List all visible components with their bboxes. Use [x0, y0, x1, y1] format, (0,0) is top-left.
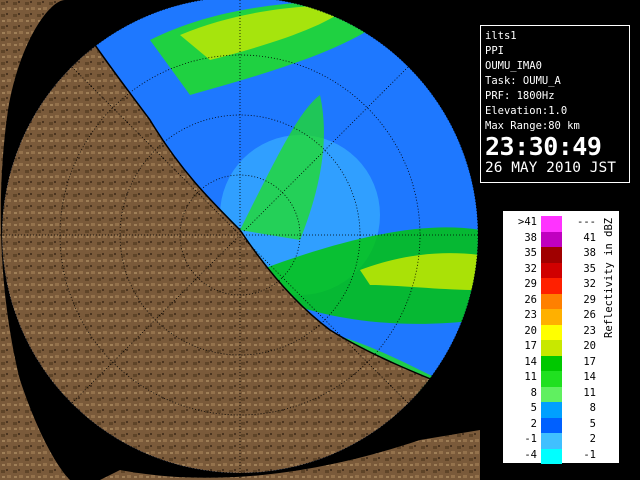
legend-lower-bound: 23: [524, 309, 537, 321]
legend-upper-bound: 8: [589, 402, 596, 414]
legend-upper-bound: 5: [589, 417, 596, 430]
legend-row: >41 ---: [509, 216, 601, 232]
legend-upper-bound: 29: [583, 293, 596, 306]
scan-mode: PPI: [485, 45, 504, 57]
reflectivity-legend: >41 --- 38 41 35 38 32 35 29 32 26 29 23 26 20 23 17 20 14…: [502, 210, 620, 464]
legend-lower-bound: >41: [518, 216, 537, 228]
legend-lower-bound: 11: [524, 371, 537, 383]
legend-color-swatch: [541, 324, 562, 340]
legend-lower-bound: 35: [524, 247, 537, 259]
scan-time: 23:30:49: [485, 132, 602, 161]
legend-upper-bound: 26: [583, 309, 596, 321]
legend-color-swatch: [541, 309, 562, 325]
legend-color-swatch: [541, 262, 562, 278]
legend-lower-bound: 5: [530, 402, 537, 414]
legend-lower-bound: 2: [530, 417, 537, 430]
task-name: Task: OUMU_A: [485, 75, 561, 87]
legend-color-swatch: [541, 247, 562, 263]
legend-color-swatch: [541, 371, 562, 387]
legend-row: -1 2: [509, 433, 601, 449]
legend-row: 32 35: [509, 262, 601, 278]
legend-upper-bound: 41: [583, 231, 596, 244]
legend-row: 29 32: [509, 278, 601, 294]
legend-lower-bound: 14: [524, 355, 537, 368]
legend-color-swatch: [541, 355, 562, 371]
legend-upper-bound: 38: [583, 247, 596, 259]
scan-date: 26 MAY 2010 JST: [485, 160, 616, 176]
legend-row: 38 41: [509, 231, 601, 247]
legend-lower-bound: 29: [524, 278, 537, 290]
legend-lower-bound: -1: [524, 433, 537, 445]
legend-row: -4 -1: [509, 448, 601, 464]
legend-upper-bound: 35: [583, 262, 596, 275]
legend-upper-bound: 20: [583, 340, 596, 352]
legend-upper-bound: -1: [583, 448, 596, 461]
legend-row: 17 20: [509, 340, 601, 356]
legend-row: 14 17: [509, 355, 601, 371]
legend-row: 11 14: [509, 371, 601, 387]
legend-upper-bound: 17: [583, 355, 596, 368]
legend-row: 26 29: [509, 293, 601, 309]
legend-lower-bound: 8: [530, 386, 537, 399]
legend-upper-bound: 11: [583, 386, 596, 399]
legend-color-swatch: [541, 448, 562, 464]
site-name: ilts1: [485, 30, 517, 42]
legend-upper-bound: 2: [589, 433, 596, 445]
legend-color-swatch: [541, 216, 562, 232]
legend-row: 20 23: [509, 324, 601, 340]
product-name: OUMU_IMA0: [485, 60, 542, 72]
legend-color-swatch: [541, 231, 562, 247]
legend-color-swatch: [541, 293, 562, 309]
legend-lower-bound: 38: [524, 231, 537, 244]
legend-color-swatch: [541, 386, 562, 402]
legend-color-swatch: [541, 402, 562, 418]
legend-row: 25: [509, 417, 601, 433]
legend-upper-bound: 23: [583, 324, 596, 337]
legend-color-swatch: [541, 340, 562, 356]
legend-lower-bound: 32: [524, 262, 537, 275]
legend-upper-bound: ---: [577, 216, 596, 228]
legend-row: 23 26: [509, 309, 601, 325]
legend-row: 58: [509, 402, 601, 418]
elevation-value: Elevation:1.0: [485, 105, 568, 117]
legend-color-swatch: [541, 417, 562, 433]
legend-upper-bound: 14: [583, 371, 596, 383]
legend-row: 35 38: [509, 247, 601, 263]
legend-row: 8 11: [509, 386, 601, 402]
prf-value: PRF: 1800Hz: [485, 90, 555, 102]
legend-label: Reflectivity in dBZ: [603, 217, 615, 338]
legend-color-swatch: [541, 278, 562, 294]
legend-rows: >41 --- 38 41 35 38 32 35 29 32 26 29 23 26 20 23 17 20 14…: [509, 216, 601, 464]
info-panel: ilts1 PPI OUMU_IMA0 Task: OUMU_A PRF: 18…: [480, 25, 630, 183]
legend-lower-bound: 20: [524, 324, 537, 337]
legend-upper-bound: 32: [583, 278, 596, 290]
legend-lower-bound: -4: [524, 448, 537, 461]
legend-lower-bound: 17: [524, 340, 537, 352]
legend-lower-bound: 26: [524, 293, 537, 306]
legend-color-swatch: [541, 433, 562, 449]
